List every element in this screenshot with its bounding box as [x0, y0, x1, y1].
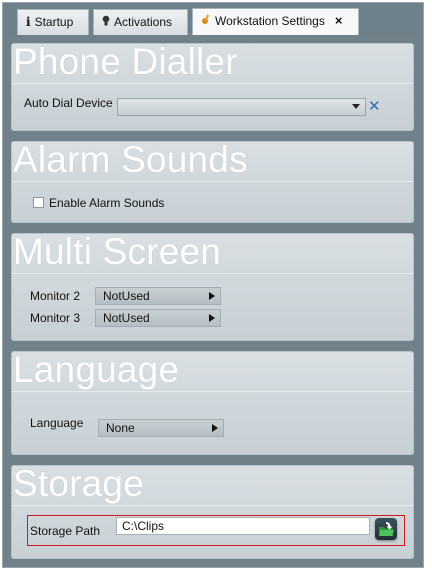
chevron-right-icon [212, 424, 218, 432]
clear-icon[interactable]: ✕ [368, 97, 381, 115]
tab-startup[interactable]: i Startup [17, 9, 89, 35]
tab-bar: i Startup Activations Workstation Setting… [3, 3, 423, 37]
language-label: Language [30, 416, 84, 430]
auto-dial-device-label: Auto Dial Device [24, 96, 113, 110]
chevron-right-icon [209, 292, 215, 300]
language-value: None [106, 421, 135, 435]
storage-path-value: C:\Clips [122, 519, 165, 533]
tab-workstation-settings-label: Workstation Settings [215, 14, 325, 28]
monitor-3-select[interactable]: NotUsed [95, 309, 221, 327]
chevron-down-icon [352, 104, 360, 109]
auto-dial-device-select[interactable] [117, 98, 366, 116]
enable-alarm-sounds-label: Enable Alarm Sounds [49, 196, 165, 210]
monitor-3-value: NotUsed [103, 311, 150, 325]
section-alarm-sounds: Alarm Sounds Enable Alarm Sounds [11, 141, 414, 223]
browse-folder-button[interactable] [375, 518, 397, 540]
storage-path-input[interactable]: C:\Clips [116, 517, 370, 535]
section-multi-screen: Multi Screen Monitor 2 NotUsed Monitor 3… [11, 233, 414, 341]
wrench-icon [201, 9, 211, 33]
tab-activations[interactable]: Activations [93, 9, 188, 35]
section-title-storage: Storage [13, 463, 144, 504]
section-title-phone-dialler: Phone Dialler [13, 41, 238, 82]
settings-content: Phone Dialler Auto Dial Device ✕ Alarm S… [3, 35, 423, 567]
section-language: Language Language None [11, 351, 414, 455]
language-select[interactable]: None [98, 419, 224, 437]
settings-window: i Startup Activations Workstation Setting… [2, 2, 424, 568]
tab-activations-label: Activations [114, 15, 173, 29]
monitor-2-select[interactable]: NotUsed [95, 287, 221, 305]
section-title-alarm-sounds: Alarm Sounds [13, 139, 248, 180]
folder-open-icon [379, 522, 394, 536]
section-title-multi-screen: Multi Screen [13, 231, 222, 272]
section-title-language: Language [13, 349, 180, 390]
tab-workstation-settings[interactable]: Workstation Settings × [192, 8, 359, 36]
tab-startup-label: Startup [34, 15, 74, 29]
divider [12, 83, 413, 84]
section-storage: Storage Storage Path C:\Clips [11, 465, 414, 559]
divider [12, 505, 413, 506]
divider [12, 181, 413, 182]
enable-alarm-sounds-checkbox[interactable] [33, 197, 44, 208]
section-phone-dialler: Phone Dialler Auto Dial Device ✕ [11, 43, 414, 131]
monitor-3-label: Monitor 3 [30, 311, 81, 325]
divider [12, 391, 413, 392]
chevron-right-icon [209, 314, 215, 322]
lightbulb-icon [102, 10, 110, 34]
monitor-2-label: Monitor 2 [30, 289, 81, 303]
storage-path-label: Storage Path [30, 524, 101, 538]
close-tab-icon[interactable]: × [335, 13, 343, 28]
divider [12, 273, 413, 274]
info-icon: i [26, 15, 31, 29]
monitor-2-value: NotUsed [103, 289, 150, 303]
